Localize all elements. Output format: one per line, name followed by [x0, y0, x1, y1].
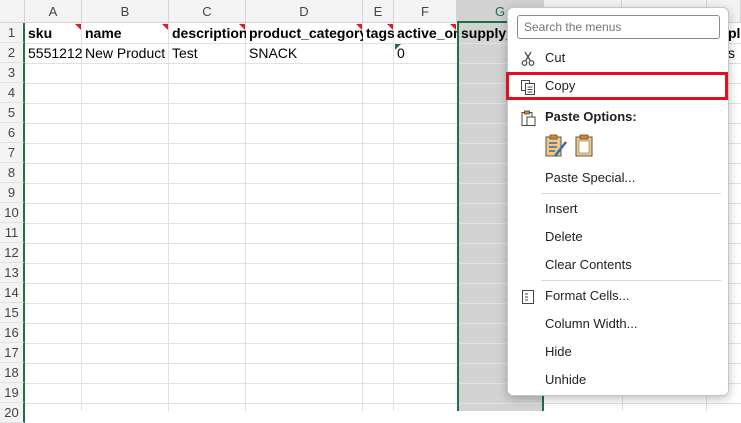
cell-a1[interactable]: sku	[25, 23, 82, 43]
row-header-9[interactable]: 9	[0, 183, 25, 203]
menu-item-paste-special[interactable]: Paste Special...	[508, 165, 728, 191]
row-header-1[interactable]: 1	[0, 23, 25, 43]
row-header-5[interactable]: 5	[0, 103, 25, 123]
row-header-10[interactable]: 10	[0, 203, 25, 223]
row-header-15[interactable]: 15	[0, 303, 25, 323]
menu-item-unhide[interactable]: Unhide	[508, 367, 728, 393]
error-indicator[interactable]	[395, 44, 401, 50]
menu-separator	[541, 193, 721, 194]
cell-f1[interactable]: active_on	[394, 23, 457, 43]
paste-options-label: Paste Options:	[545, 109, 637, 124]
paste-icon[interactable]	[574, 134, 596, 158]
gridline	[245, 23, 246, 411]
scissors-icon	[520, 50, 536, 66]
row-header-4[interactable]: 4	[0, 83, 25, 103]
comment-indicator[interactable]	[387, 24, 393, 30]
gridline	[393, 23, 394, 411]
row-header-14[interactable]: 14	[0, 283, 25, 303]
row-header-13[interactable]: 13	[0, 263, 25, 283]
comment-indicator[interactable]	[356, 24, 362, 30]
cell-c1[interactable]: description	[169, 23, 246, 43]
cell-j1-partial[interactable]: pl	[728, 23, 741, 43]
menu-item-label: Paste Special...	[545, 170, 636, 185]
column-header-f[interactable]: F	[394, 0, 457, 23]
row-header-16[interactable]: 16	[0, 323, 25, 343]
menu-item-hide[interactable]: Hide	[508, 339, 728, 365]
gridline	[25, 403, 741, 404]
column-header-a[interactable]: A	[25, 0, 82, 23]
menu-item-label: Format Cells...	[545, 288, 630, 303]
menu-item-clear-contents[interactable]: Clear Contents	[508, 252, 728, 278]
menu-search-input[interactable]	[517, 15, 720, 39]
row-header-12[interactable]: 12	[0, 243, 25, 263]
cell-b1[interactable]: name	[82, 23, 169, 43]
comment-indicator[interactable]	[450, 24, 456, 30]
row-header-3[interactable]: 3	[0, 63, 25, 83]
cell-b2[interactable]: New Product	[82, 43, 169, 63]
row-header-7[interactable]: 7	[0, 143, 25, 163]
menu-item-label: Unhide	[545, 372, 587, 387]
menu-item-delete[interactable]: Delete	[508, 224, 728, 250]
gridline	[168, 23, 169, 411]
gridline	[362, 23, 363, 411]
select-all-corner[interactable]	[0, 0, 25, 23]
menu-item-label: Delete	[545, 229, 583, 244]
paste-formatting-icon[interactable]	[545, 134, 567, 158]
cell-c2[interactable]: Test	[169, 43, 246, 63]
row-header-20[interactable]: 20	[0, 403, 25, 423]
comment-indicator[interactable]	[162, 24, 168, 30]
row-header-17[interactable]: 17	[0, 343, 25, 363]
copy-highlight-annotation	[506, 72, 728, 100]
clipboard-icon	[520, 109, 536, 126]
comment-indicator[interactable]	[239, 24, 245, 30]
comment-indicator[interactable]	[75, 24, 81, 30]
menu-item-format-cells[interactable]: Format Cells...	[508, 283, 728, 309]
column-header-c[interactable]: C	[169, 0, 246, 23]
row-header-19[interactable]: 19	[0, 383, 25, 403]
menu-item-cut[interactable]: Cut	[508, 45, 728, 71]
gridline	[81, 23, 82, 411]
menu-item-label: Clear Contents	[545, 257, 632, 272]
menu-item-label: Cut	[545, 50, 566, 65]
menu-item-label: Hide	[545, 344, 572, 359]
column-header-b[interactable]: B	[82, 0, 169, 23]
menu-item-column-width[interactable]: Column Width...	[508, 311, 728, 337]
row-header-11[interactable]: 11	[0, 223, 25, 243]
column-header-e[interactable]: E	[363, 0, 394, 23]
menu-separator	[541, 280, 721, 281]
cell-j2-partial[interactable]: s	[728, 43, 741, 63]
menu-item-insert[interactable]: Insert	[508, 196, 728, 222]
format-cells-icon	[520, 288, 536, 304]
column-header-d[interactable]: D	[246, 0, 363, 23]
menu-item-label: Insert	[545, 201, 578, 216]
cell-f2[interactable]: 0	[394, 43, 457, 63]
cell-d1[interactable]: product_category	[246, 23, 363, 43]
row-header-8[interactable]: 8	[0, 163, 25, 183]
menu-item-label: Column Width...	[545, 316, 638, 331]
paste-options-section: Paste Options:	[508, 104, 728, 130]
row-header-18[interactable]: 18	[0, 363, 25, 383]
cell-a2[interactable]: 5551212	[25, 43, 82, 63]
context-menu: Cut Copy Paste Options: Paste Special...…	[507, 7, 729, 396]
row-header-6[interactable]: 6	[0, 123, 25, 143]
row-header-2[interactable]: 2	[0, 43, 25, 63]
cell-d2[interactable]: SNACK	[246, 43, 363, 63]
